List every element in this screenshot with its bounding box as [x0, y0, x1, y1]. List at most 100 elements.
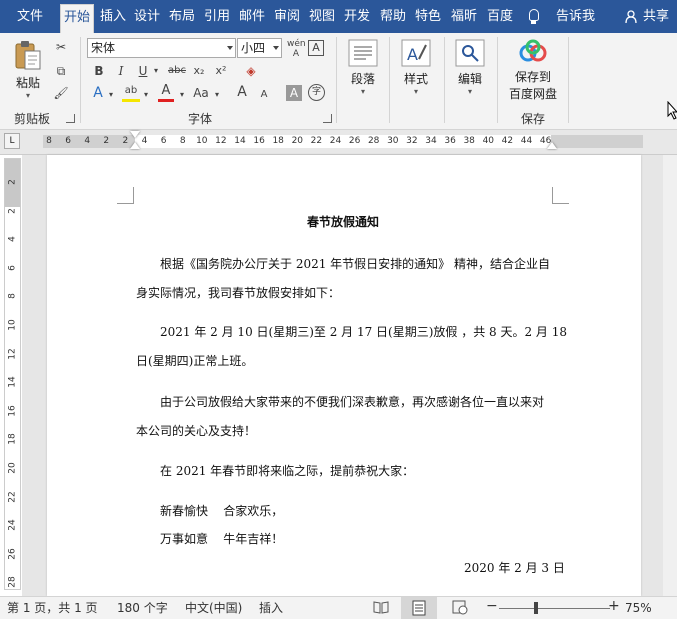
paragraph-label: 段落	[350, 72, 375, 86]
font-color-icon[interactable]: A	[158, 83, 174, 102]
vertical-scrollbar[interactable]	[663, 155, 677, 596]
group-divider	[389, 37, 390, 123]
tab-selector[interactable]: L	[4, 133, 20, 149]
vertical-ruler[interactable]: 2 2 4 6 8 10 12 14 16 18 20 22 24 26 28	[4, 158, 21, 590]
language-indicator[interactable]: 中文(中国)	[185, 600, 242, 616]
phonetic-guide-icon[interactable]: wén A	[287, 39, 306, 59]
vertical-ruler-tick-label: 24	[7, 519, 18, 531]
tab-view[interactable]: 视图	[306, 4, 338, 29]
editing-button[interactable]: 编辑 ▾	[450, 39, 490, 96]
font-size-field[interactable]: 小四	[237, 38, 282, 58]
right-indent-marker[interactable]	[547, 142, 557, 149]
font-launcher-icon[interactable]	[323, 114, 332, 123]
copy-icon[interactable]: ⧉	[53, 63, 69, 79]
share-button[interactable]: 共享	[643, 4, 669, 29]
document-title[interactable]: 春节放假通知	[307, 213, 379, 230]
chevron-down-icon[interactable]: ▾	[152, 63, 160, 79]
document-paragraph[interactable]: 万事如意 牛年吉祥！	[160, 530, 283, 547]
clear-formatting-icon[interactable]: ◈	[243, 63, 259, 79]
document-paragraph[interactable]: 由于公司放假给大家带来的不便我们深表歉意，再次感谢各位一直以来对	[160, 393, 544, 410]
enclose-characters-button[interactable]: 字	[308, 84, 325, 101]
tab-foxit[interactable]: 福昕	[448, 4, 480, 29]
cut-icon[interactable]: ✂	[53, 39, 69, 55]
italic-button[interactable]: I	[114, 63, 128, 79]
chevron-down-icon[interactable]: ▾	[107, 87, 115, 103]
vertical-ruler-tick-label: 2	[7, 207, 18, 214]
ruler-tick-label: 40	[482, 136, 495, 146]
bold-button[interactable]: B	[92, 63, 106, 79]
text-effects-icon[interactable]: A	[90, 85, 106, 101]
tab-home[interactable]: 开始	[60, 4, 95, 34]
document-paragraph[interactable]: 身实际情况，我司春节放假安排如下：	[136, 284, 340, 301]
document-page[interactable]: 春节放假通知 根据《国务院办公厅关于 2021 年节假日安排的通知》 精神，结合…	[47, 155, 641, 596]
word-count[interactable]: 180 个字	[117, 600, 168, 616]
subscript-button[interactable]: x₂	[191, 63, 207, 79]
zoom-slider[interactable]	[499, 608, 610, 609]
grow-font-button[interactable]: A	[234, 84, 250, 100]
tab-baidu[interactable]: 百度	[484, 4, 516, 29]
tab-references[interactable]: 引用	[201, 4, 233, 29]
group-divider	[497, 37, 498, 123]
ruler-tick-label: 10	[196, 136, 208, 146]
tab-design[interactable]: 设计	[131, 4, 163, 29]
hanging-indent-marker[interactable]	[130, 142, 140, 149]
ruler-tick-label: 38	[463, 136, 475, 146]
ruler-tick-label: 20	[291, 136, 304, 146]
tab-layout[interactable]: 布局	[166, 4, 198, 29]
tab-featured[interactable]: 特色	[412, 4, 444, 29]
document-paragraph[interactable]: 新春愉快 合家欢乐，	[160, 502, 283, 519]
web-layout-icon[interactable]	[451, 599, 469, 615]
chevron-down-icon[interactable]: ▾	[178, 87, 186, 103]
tab-review[interactable]: 审阅	[271, 4, 303, 29]
chevron-down-icon[interactable]: ▾	[142, 87, 150, 103]
print-layout-button[interactable]	[401, 597, 437, 619]
tell-me-label[interactable]: 告诉我	[556, 4, 595, 29]
shrink-font-button[interactable]: A	[257, 87, 271, 103]
document-date[interactable]: 2020 年 2 月 3 日	[464, 559, 565, 576]
person-icon[interactable]	[625, 10, 637, 23]
ruler-tick-label: 26	[348, 136, 361, 146]
paste-button[interactable]: 粘贴 ▾	[10, 39, 46, 100]
highlight-icon[interactable]: ab	[122, 83, 140, 102]
underline-button[interactable]: U	[136, 63, 150, 79]
zoom-level[interactable]: 75%	[625, 600, 652, 616]
save-label-line1: 保存到	[514, 70, 551, 84]
chevron-down-icon: ▾	[360, 87, 365, 96]
zoom-in-button[interactable]: +	[608, 598, 620, 614]
lightbulb-icon[interactable]	[529, 9, 539, 24]
ruler-tick-label: 6	[160, 136, 167, 146]
format-painter-icon[interactable]: 🖌	[53, 85, 69, 101]
vertical-ruler-tick-label: 2	[7, 179, 18, 185]
tab-file[interactable]: 文件	[14, 4, 46, 29]
strikethrough-button[interactable]: abc	[166, 63, 188, 79]
read-mode-icon[interactable]	[372, 599, 390, 615]
tab-developer[interactable]: 开发	[341, 4, 373, 29]
paragraph-button[interactable]: 段落 ▾	[343, 39, 383, 96]
document-paragraph[interactable]: 本公司的关心及支持！	[136, 422, 256, 439]
zoom-out-button[interactable]: −	[486, 598, 498, 614]
horizontal-ruler-row: L 8 6 4 2 2 4 6 8 10 12 14 16 18 20 22 24 26 28 30 32 34 36 38…	[0, 130, 677, 155]
styles-button[interactable]: A 样式 ▾	[396, 39, 436, 96]
chevron-down-icon: ▾	[25, 91, 30, 100]
character-shading-button[interactable]: A	[286, 85, 302, 101]
clipboard-launcher-icon[interactable]	[66, 114, 75, 123]
document-paragraph[interactable]: 在 2021 年春节即将来临之际，提前恭祝大家：	[160, 462, 414, 479]
change-case-button[interactable]: Aa	[190, 85, 212, 101]
page-count[interactable]: 第 1 页，共 1 页	[7, 600, 98, 616]
chevron-down-icon[interactable]: ▾	[213, 87, 221, 103]
font-group-label: 字体	[187, 112, 212, 126]
document-paragraph[interactable]: 根据《国务院办公厅关于 2021 年节假日安排的通知》 精神，结合企业自	[160, 255, 550, 272]
superscript-button[interactable]: x²	[213, 63, 229, 79]
character-border-icon[interactable]: A	[308, 40, 324, 56]
tab-help[interactable]: 帮助	[377, 4, 409, 29]
tab-mailings[interactable]: 邮件	[236, 4, 268, 29]
font-name-field[interactable]: 宋体	[87, 38, 236, 58]
document-paragraph[interactable]: 日(星期四)正常上班。	[136, 352, 253, 369]
tab-insert[interactable]: 插入	[97, 4, 129, 29]
insert-mode[interactable]: 插入	[259, 600, 283, 616]
first-line-indent-marker[interactable]	[130, 131, 140, 138]
ruler-margin-right	[551, 135, 643, 148]
zoom-slider-thumb[interactable]	[534, 602, 538, 614]
document-paragraph[interactable]: 2021 年 2 月 10 日(星期三)至 2 月 17 日(星期三)放假 ，共…	[160, 323, 567, 340]
save-to-baidu-button[interactable]: 保存到 百度网盘	[503, 39, 563, 102]
